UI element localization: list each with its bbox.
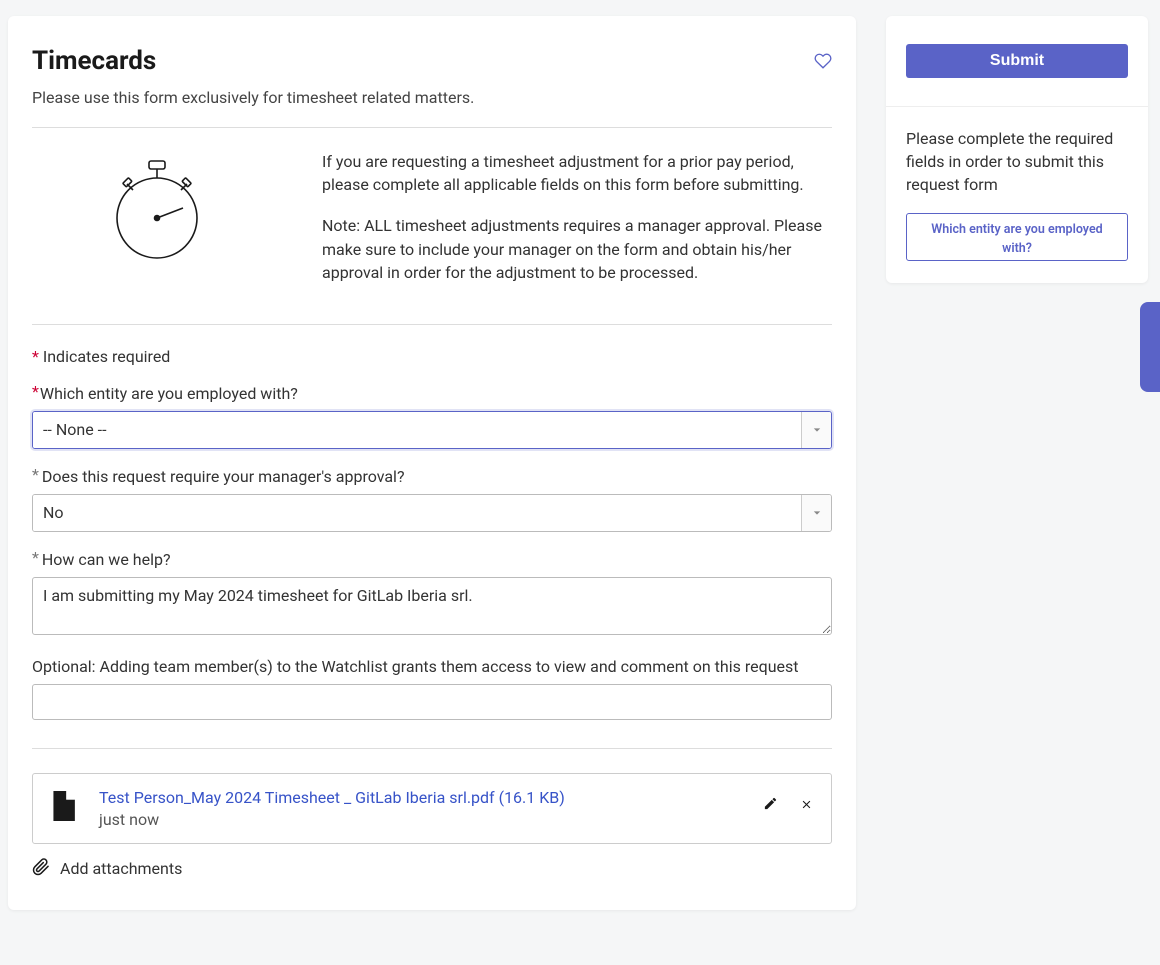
favorite-icon[interactable] [814,52,832,74]
divider [32,324,832,325]
entity-select[interactable]: -- None -- [32,411,832,449]
intro-paragraph-1: If you are requesting a timesheet adjust… [322,150,832,196]
sidebar-message: Please complete the required fields in o… [886,107,1148,213]
entity-select-value[interactable]: -- None -- [33,412,801,448]
attachment-filename[interactable]: Test Person_May 2024 Timesheet _ GitLab … [99,788,779,807]
manager-approval-select[interactable]: No [32,494,832,532]
required-field-link[interactable]: Which entity are you employed with? [906,213,1128,261]
add-attachments-label: Add attachments [60,859,182,878]
required-indicator-note: * Indicates required [32,347,832,366]
sidebar-card: Submit Please complete the required fiel… [886,16,1148,283]
file-icon [49,791,75,825]
page-title: Timecards [32,46,474,76]
edit-icon[interactable] [763,796,778,815]
stopwatch-icon [32,150,282,302]
paperclip-icon [32,858,50,880]
main-form-card: Timecards Please use this form exclusive… [8,16,856,910]
help-textarea[interactable] [32,577,832,635]
chevron-down-icon[interactable] [801,495,831,531]
attachment-timestamp: just now [99,810,779,829]
entity-label: *Which entity are you employed with? [32,384,832,403]
page-subtitle: Please use this form exclusively for tim… [32,88,474,107]
chevron-down-icon[interactable] [801,412,831,448]
manager-approval-label: *Does this request require your manager'… [32,467,832,486]
divider [32,748,832,749]
attachment-item: Test Person_May 2024 Timesheet _ GitLab … [32,773,832,844]
manager-approval-select-value[interactable]: No [33,495,801,531]
feedback-tab[interactable] [1140,302,1160,392]
add-attachments-button[interactable]: Add attachments [32,858,832,880]
watchlist-label: Optional: Adding team member(s) to the W… [32,657,832,676]
submit-button[interactable]: Submit [906,44,1128,78]
required-field-link-text[interactable]: Which entity are you employed with? [931,222,1102,256]
help-label: *How can we help? [32,550,832,569]
remove-icon[interactable] [800,796,813,815]
watchlist-input[interactable] [32,684,832,720]
intro-paragraph-2: Note: ALL timesheet adjustments requires… [322,214,832,284]
